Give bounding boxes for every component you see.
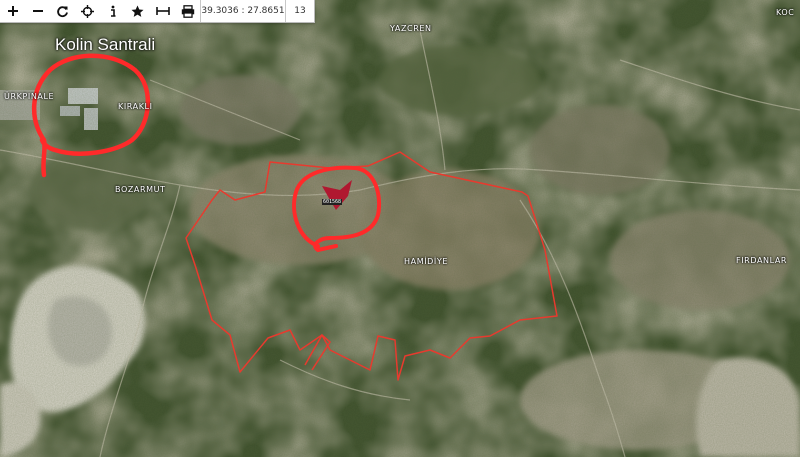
refresh-button[interactable] xyxy=(50,0,75,22)
place-label-kirakli: KIRAKLI xyxy=(118,102,153,111)
info-button[interactable] xyxy=(100,0,125,22)
print-icon xyxy=(181,4,194,18)
place-label-yazcren: YAZCREN xyxy=(390,24,432,33)
crosshair-icon xyxy=(81,4,94,18)
place-label-koc: KOC xyxy=(776,8,795,17)
zoom-level-display: 13 xyxy=(285,0,314,22)
info-icon xyxy=(110,5,115,17)
zoom-out-icon xyxy=(32,10,43,12)
marker-label: 601568 xyxy=(322,199,343,205)
zoom-in-button[interactable] xyxy=(0,0,25,22)
refresh-icon xyxy=(57,5,68,17)
place-label-bozarmut: BOZARMUT xyxy=(115,185,166,194)
place-label-urkpinale: ÜRKPINALE xyxy=(4,92,55,101)
place-label-hamidiye: HAMİDİYE xyxy=(404,257,449,266)
measure-button[interactable] xyxy=(150,0,175,22)
measure-icon xyxy=(155,7,170,15)
zoom-in-icon xyxy=(7,6,18,16)
satellite-map[interactable] xyxy=(0,0,800,457)
zoom-out-button[interactable] xyxy=(25,0,50,22)
coordinates-display: 39.3036 : 27.8651 xyxy=(200,0,285,22)
place-label-firdanlar: FIRDANLAR xyxy=(736,256,788,265)
annotation-kolin-santrali: Kolin Santrali xyxy=(55,35,156,54)
star-icon xyxy=(131,5,144,17)
locate-button[interactable] xyxy=(75,0,100,22)
favorite-button[interactable] xyxy=(125,0,150,22)
map-toolbar: 39.3036 : 27.8651 13 xyxy=(0,0,315,23)
print-button[interactable] xyxy=(175,0,200,22)
